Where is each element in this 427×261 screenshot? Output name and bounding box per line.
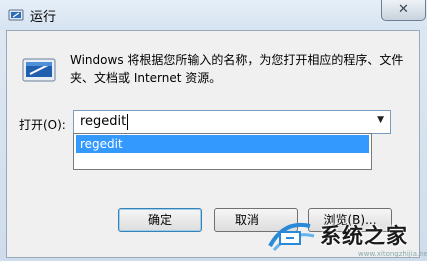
- run-program-icon: [22, 58, 56, 82]
- close-button[interactable]: ✕: [381, 0, 426, 21]
- run-dialog: 运行 ✕ Windows 将根据您所输入的名称，为您打开相应的程序、文件夹、文档…: [0, 0, 427, 261]
- open-combobox[interactable]: regedit ▼: [73, 110, 391, 134]
- dialog-description: Windows 将根据您所输入的名称，为您打开相应的程序、文件夹、文档或 Int…: [70, 53, 404, 85]
- run-app-icon: [8, 9, 24, 21]
- ok-button[interactable]: 确定: [118, 208, 202, 232]
- dropdown-arrow-icon[interactable]: ▼: [377, 115, 384, 125]
- close-icon: ✕: [398, 2, 409, 17]
- open-input[interactable]: regedit: [80, 114, 126, 129]
- watermark: 系统之家 www.xitongzhijia.net: [266, 214, 427, 260]
- autocomplete-list: regedit: [73, 133, 372, 170]
- watermark-text: 系统之家: [320, 224, 408, 248]
- watermark-logo-icon: [268, 223, 315, 252]
- autocomplete-item[interactable]: regedit: [76, 135, 369, 153]
- open-label: 打开(O):: [19, 118, 66, 132]
- watermark-url: www.xitongzhijia.net: [358, 250, 427, 258]
- text-caret: [127, 114, 128, 130]
- title-bar[interactable]: 运行 ✕: [0, 0, 427, 30]
- window-title: 运行: [30, 10, 57, 25]
